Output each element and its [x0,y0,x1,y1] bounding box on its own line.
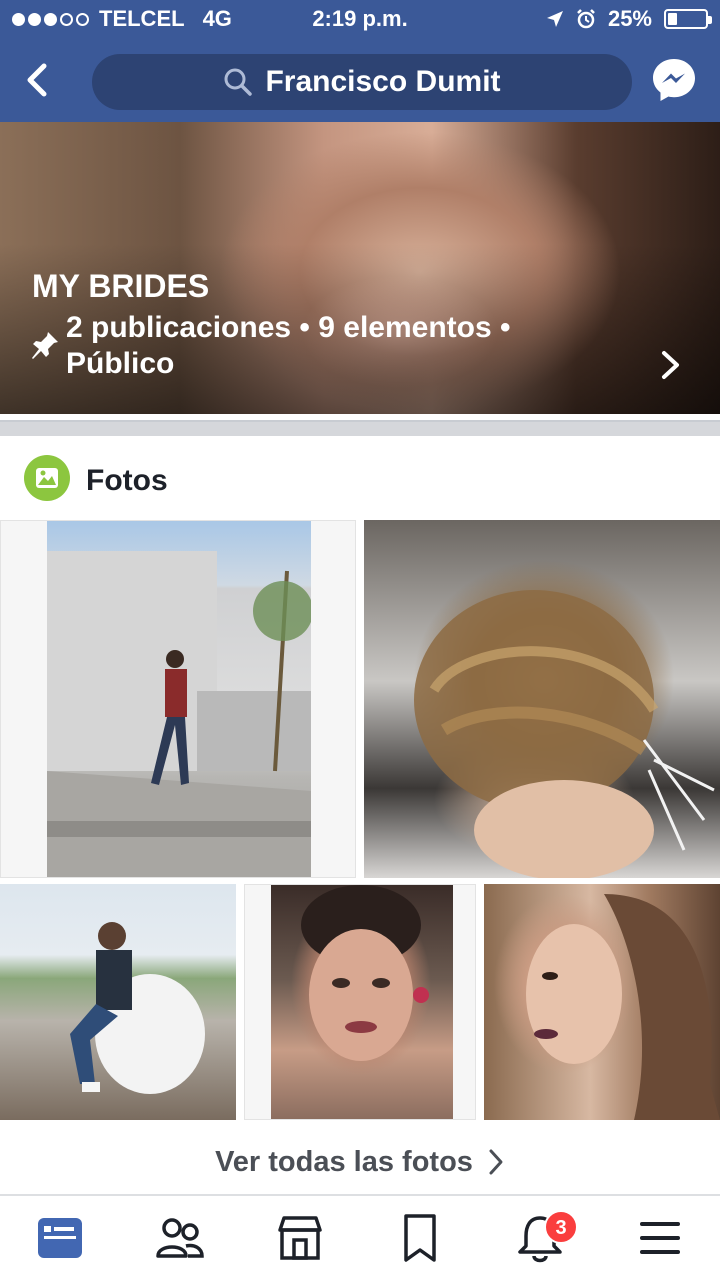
photo-woman-portrait [271,885,453,1119]
album-cover[interactable]: MY BRIDES 2 publicaciones • 9 elementos … [0,122,720,414]
bottom-tab-bar: 3 [0,1198,720,1280]
search-input[interactable]: Francisco Dumit [92,54,632,110]
messenger-icon[interactable] [650,56,698,104]
marketplace-icon[interactable] [272,1212,328,1264]
header: TELCEL 4G 2:19 p.m. 25% Francisco Dumit [0,0,720,122]
menu-icon[interactable] [632,1212,688,1264]
photos-icon [24,455,70,501]
location-icon [546,11,563,27]
album-title: MY BRIDES [32,268,210,304]
notifications-badge: 3 [544,1210,578,1244]
battery-icon [664,9,712,29]
alarm-icon [577,9,595,29]
album-meta: 2 publicaciones • 9 elementos • Público [66,310,626,382]
chevron-left-icon[interactable] [18,60,58,100]
friends-icon[interactable] [152,1212,208,1264]
news-feed-icon[interactable] [32,1212,88,1264]
photo-man-standing [47,521,313,877]
saved-icon[interactable] [392,1212,448,1264]
nav-bar: Francisco Dumit [0,46,720,116]
photos-section-header[interactable]: Fotos [0,436,720,520]
see-all-photos-link[interactable]: Ver todas las fotos [0,1130,720,1196]
status-bar: TELCEL 4G 2:19 p.m. 25% [0,0,720,40]
battery-percent: 25% [607,6,652,31]
search-icon [224,68,253,96]
see-all-label: Ver todas las fotos [215,1145,473,1178]
section-divider [0,420,720,436]
photo-thumbnail-4[interactable] [244,884,476,1120]
photo-thumbnail-1[interactable] [0,520,356,878]
album-meta-line1: 2 publicaciones • 9 elementos • [66,311,511,344]
photos-title: Fotos [86,464,168,497]
photo-thumbnail-5[interactable] [484,884,720,1120]
photo-thumbnail-3[interactable] [0,884,236,1120]
pin-icon [32,332,58,359]
chevron-right-icon [489,1149,503,1175]
album-meta-line2: Público [66,347,175,380]
chevron-right-icon[interactable] [658,350,684,380]
photo-thumbnail-2[interactable] [364,520,720,878]
search-text: Francisco Dumit [265,65,501,98]
